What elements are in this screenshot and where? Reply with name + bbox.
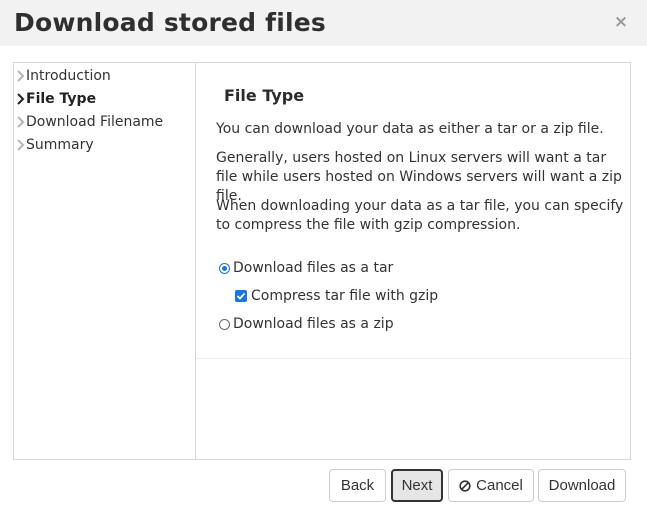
gzip-checkbox-option[interactable]: Compress tar file with gzip bbox=[235, 288, 438, 304]
step-heading: File Type bbox=[224, 86, 305, 105]
cancel-button-label: Cancel bbox=[476, 477, 523, 494]
back-button[interactable]: Back bbox=[329, 469, 386, 502]
step-content: File Type You can download your data as … bbox=[196, 63, 630, 359]
wizard-nav: Introduction File Type Download Filename… bbox=[14, 63, 196, 459]
chevron-right-icon bbox=[15, 138, 25, 152]
nav-item-introduction[interactable]: Introduction bbox=[14, 64, 195, 87]
chevron-right-icon bbox=[15, 92, 25, 106]
close-icon[interactable]: × bbox=[613, 12, 629, 32]
download-button[interactable]: Download bbox=[538, 469, 626, 502]
nav-item-label: Download Filename bbox=[26, 113, 164, 130]
chevron-right-icon bbox=[15, 115, 25, 129]
zip-radio-option[interactable]: Download files as a zip bbox=[219, 316, 394, 332]
nav-item-download-filename[interactable]: Download Filename bbox=[14, 110, 195, 133]
nav-item-summary[interactable]: Summary bbox=[14, 133, 195, 156]
tar-radio[interactable] bbox=[219, 262, 230, 274]
wizard-panel: Introduction File Type Download Filename… bbox=[13, 62, 631, 460]
gzip-checkbox[interactable] bbox=[235, 290, 247, 302]
ban-icon bbox=[459, 479, 471, 492]
compression-paragraph: When downloading your data as a tar file… bbox=[216, 198, 624, 233]
tar-radio-option[interactable]: Download files as a tar bbox=[219, 260, 393, 276]
nav-item-label: File Type bbox=[26, 90, 97, 107]
zip-radio-label: Download files as a zip bbox=[233, 316, 394, 332]
nav-item-file-type[interactable]: File Type bbox=[14, 87, 195, 110]
tar-radio-label: Download files as a tar bbox=[233, 260, 394, 276]
zip-radio[interactable] bbox=[219, 318, 230, 330]
nav-item-label: Summary bbox=[26, 136, 94, 153]
dialog-titlebar: Download stored files × bbox=[0, 0, 647, 46]
cancel-button[interactable]: Cancel bbox=[448, 469, 534, 502]
dialog-title: Download stored files bbox=[14, 8, 326, 37]
gzip-checkbox-label: Compress tar file with gzip bbox=[251, 288, 439, 304]
intro-paragraph: You can download your data as either a t… bbox=[216, 121, 604, 137]
next-button[interactable]: Next bbox=[391, 469, 443, 502]
chevron-right-icon bbox=[15, 69, 25, 83]
nav-item-label: Introduction bbox=[26, 67, 111, 84]
